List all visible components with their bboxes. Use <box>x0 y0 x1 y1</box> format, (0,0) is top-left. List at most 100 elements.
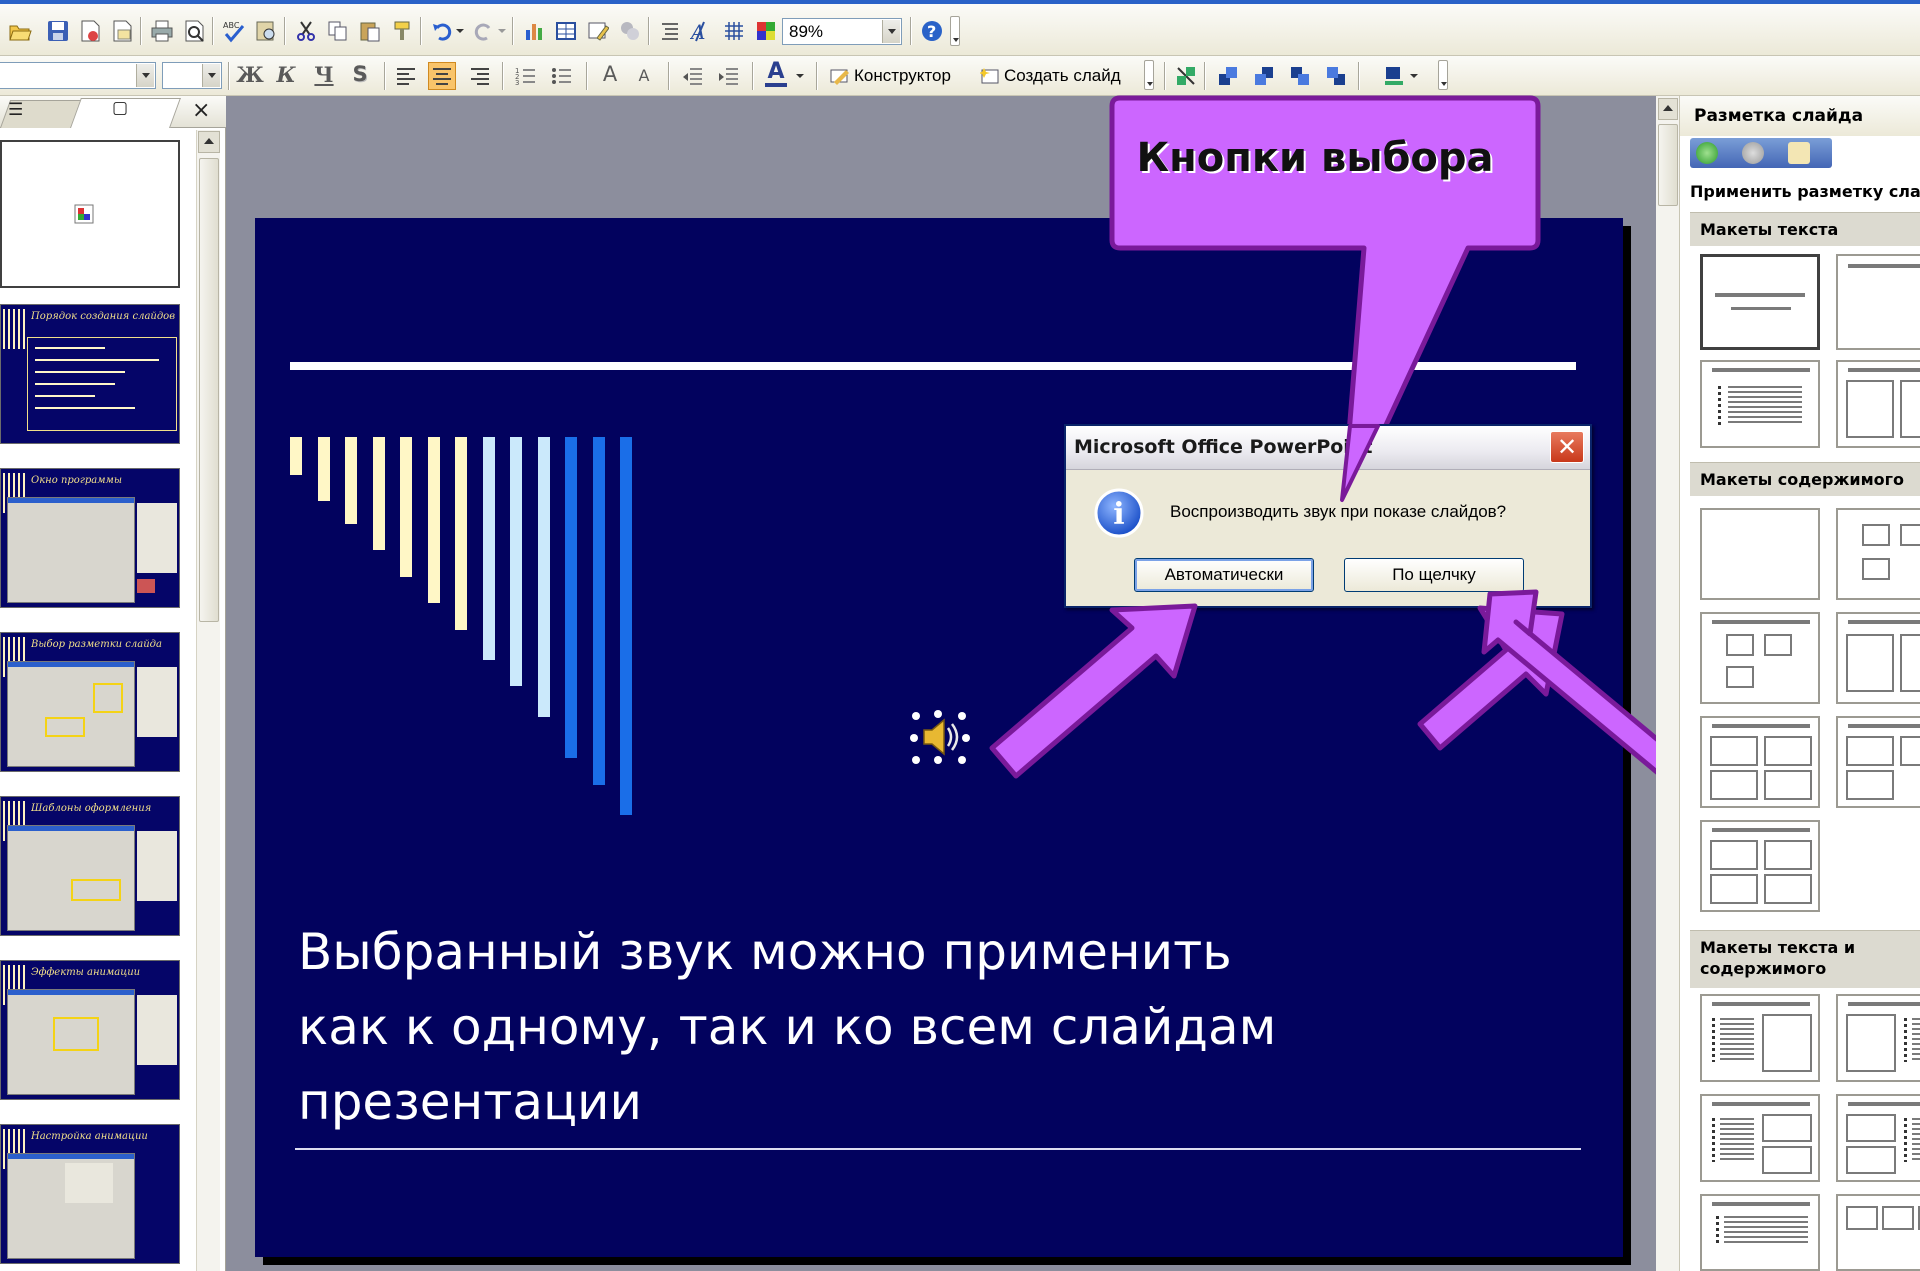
layout-title-slide[interactable] <box>1700 254 1820 350</box>
new-slide-button[interactable]: Создать слайд <box>980 61 1121 91</box>
help-icon[interactable]: ? <box>918 17 946 45</box>
toolbar-options-icon[interactable] <box>1438 60 1448 90</box>
layout-title-only[interactable] <box>1836 254 1920 350</box>
decrease-font-size-button[interactable]: A <box>630 66 658 85</box>
font-color-button[interactable]: A <box>762 60 790 88</box>
cut-icon[interactable] <box>292 17 320 45</box>
duplicate-icon[interactable] <box>1172 62 1200 90</box>
undo-dropdown-icon[interactable] <box>452 17 468 45</box>
underline-button[interactable]: Ч <box>310 62 338 87</box>
slide-thumbnail[interactable] <box>0 140 180 288</box>
outline-tab-icon[interactable]: ☰ <box>8 100 23 120</box>
layout-four-content[interactable] <box>1700 820 1820 912</box>
expand-all-icon[interactable] <box>656 17 684 45</box>
home-icon[interactable] <box>1788 142 1810 164</box>
numbering-icon[interactable]: 123 <box>512 62 540 90</box>
bring-forward-icon[interactable] <box>1286 62 1314 90</box>
designer-button[interactable]: Конструктор <box>830 61 951 91</box>
save-icon[interactable] <box>44 17 72 45</box>
bold-button[interactable]: Ж <box>236 62 264 87</box>
layout-title-text[interactable] <box>1700 360 1820 448</box>
layout-content-and-text[interactable] <box>1836 994 1920 1082</box>
thumb-text-line <box>35 383 115 385</box>
paste-icon[interactable] <box>356 17 384 45</box>
slides-tab-icon[interactable]: ▢ <box>112 98 128 118</box>
layout-two-content-and-text[interactable] <box>1836 1094 1920 1182</box>
slide-body-text[interactable]: Выбранный звук можно применить как к одн… <box>298 915 1448 1140</box>
increase-font-size-button[interactable]: A <box>596 62 624 86</box>
scroll-up-icon[interactable] <box>1658 98 1678 120</box>
on-click-button[interactable]: По щелчку <box>1344 558 1524 592</box>
fill-color-icon[interactable] <box>1380 62 1408 90</box>
forward-icon[interactable] <box>1742 142 1764 164</box>
increase-indent-icon[interactable] <box>714 62 742 90</box>
copy-icon[interactable] <box>324 17 352 45</box>
font-size-combo[interactable] <box>162 62 222 89</box>
toolbar-options-icon[interactable] <box>950 16 960 46</box>
insert-chart-icon[interactable] <box>520 17 548 45</box>
slide-thumbnail[interactable]: Шаблоны оформления <box>0 796 180 936</box>
layout-title-four-content[interactable] <box>1700 716 1820 808</box>
layout-text-and-content[interactable] <box>1700 994 1820 1082</box>
shadow-button[interactable]: S <box>346 62 374 86</box>
layout-title-two-content[interactable] <box>1836 612 1920 704</box>
layout-content[interactable] <box>1836 508 1920 600</box>
show-grid-icon[interactable] <box>720 17 748 45</box>
align-center-icon[interactable] <box>428 62 456 90</box>
tables-borders-icon[interactable] <box>584 17 612 45</box>
slide-decorative-bar <box>482 437 495 660</box>
slide-thumbnail[interactable]: Настройка анимации <box>0 1124 180 1264</box>
layout-content-over-text[interactable] <box>1836 1194 1920 1271</box>
research-icon[interactable] <box>252 17 280 45</box>
bullets-icon[interactable] <box>548 62 576 90</box>
automatic-button[interactable]: Автоматически <box>1134 558 1314 592</box>
fill-color-dropdown-icon[interactable] <box>1406 62 1422 90</box>
back-icon[interactable] <box>1696 142 1718 164</box>
bring-to-front-icon[interactable] <box>1214 62 1242 90</box>
email-icon[interactable] <box>108 17 136 45</box>
print-icon[interactable] <box>148 17 176 45</box>
redo-dropdown-icon[interactable] <box>494 17 510 45</box>
send-backward-icon[interactable] <box>1322 62 1350 90</box>
layout-title-text-over-content[interactable] <box>1700 1194 1820 1271</box>
zoom-combo[interactable]: 89% <box>782 18 902 45</box>
task-pane-scrollbar[interactable] <box>1656 96 1680 1271</box>
layout-title-content-over[interactable] <box>1836 716 1920 808</box>
scroll-up-icon[interactable] <box>198 131 220 153</box>
font-name-dropdown-icon[interactable] <box>136 64 154 87</box>
align-left-icon[interactable] <box>392 62 420 90</box>
align-right-icon[interactable] <box>466 62 494 90</box>
font-color-dropdown-icon[interactable] <box>792 62 808 90</box>
pane-close-icon[interactable]: × <box>192 98 210 123</box>
italic-button[interactable]: К <box>272 62 300 87</box>
slide-thumbnail[interactable]: Эффекты анимации <box>0 960 180 1100</box>
show-formatting-icon[interactable]: A <box>688 17 716 45</box>
layout-text-and-two-content[interactable] <box>1700 1094 1820 1182</box>
open-icon[interactable] <box>6 17 34 45</box>
spelling-icon[interactable]: ABC <box>220 17 248 45</box>
layout-two-column-text[interactable] <box>1836 360 1920 448</box>
insert-table-icon[interactable] <box>552 17 580 45</box>
print-preview-icon[interactable] <box>180 17 208 45</box>
permission-icon[interactable] <box>76 17 104 45</box>
font-name-combo[interactable] <box>0 62 156 89</box>
color-grayscale-icon[interactable] <box>752 17 780 45</box>
scroll-thumb[interactable] <box>1658 124 1678 206</box>
layout-title-content[interactable] <box>1700 612 1820 704</box>
sound-icon[interactable] <box>910 710 970 764</box>
dialog-close-button[interactable]: ✕ <box>1550 431 1584 463</box>
insert-diagram-icon[interactable] <box>616 17 644 45</box>
font-size-dropdown-icon[interactable] <box>202 64 220 87</box>
slide-thumbnail[interactable]: Окно программы <box>0 468 180 608</box>
dialog-titlebar[interactable]: Microsoft Office PowerPoint <box>1066 426 1590 470</box>
toolbar-options-icon[interactable] <box>1144 60 1154 90</box>
slide-thumbnail[interactable]: Выбор разметки слайда <box>0 632 180 772</box>
slides-pane-scrollbar[interactable] <box>196 130 220 1271</box>
slide-thumbnail[interactable]: Порядок создания слайдов <box>0 304 180 444</box>
scroll-thumb[interactable] <box>199 158 219 622</box>
zoom-dropdown-icon[interactable] <box>882 20 900 43</box>
send-to-back-icon[interactable] <box>1250 62 1278 90</box>
format-painter-icon[interactable] <box>388 17 416 45</box>
decrease-indent-icon[interactable] <box>678 62 706 90</box>
layout-blank[interactable] <box>1700 508 1820 600</box>
